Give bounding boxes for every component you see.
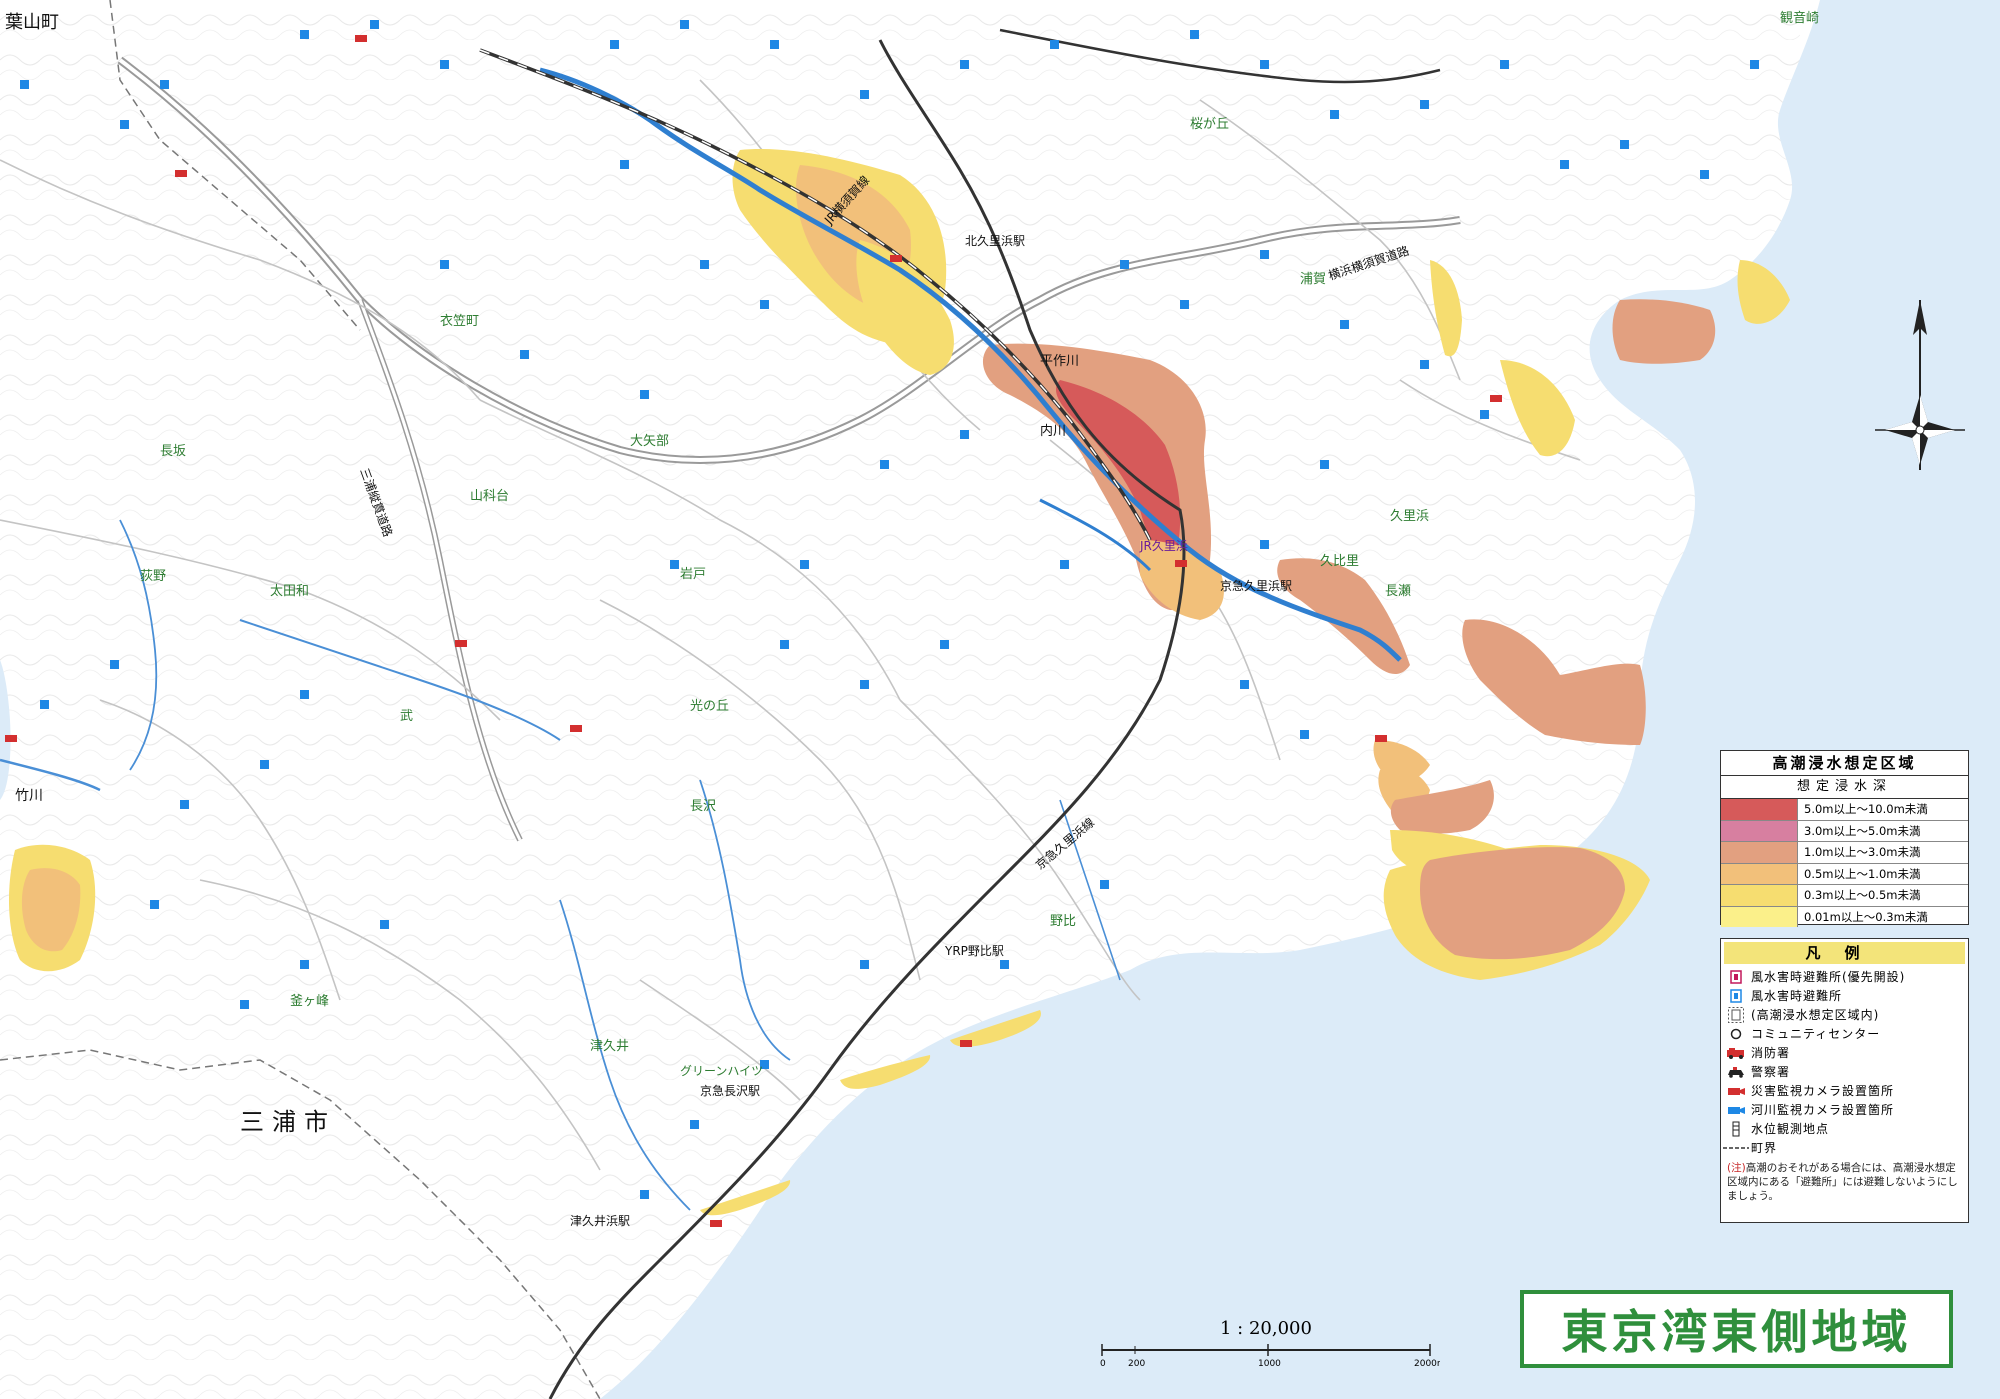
legend-item-label: 警察署 (1751, 1065, 1791, 1079)
label-miura: 三浦市 (240, 1108, 336, 1136)
legend-item: 河川監視カメラ設置箇所 (1721, 1100, 1968, 1119)
depth-swatch (1721, 906, 1798, 927)
label-takeyama-river: 竹川 (15, 788, 43, 804)
label-jr-kurihama: JR久里浜 (1139, 539, 1188, 553)
hazard-map: 葉山町 三浦市 衣笠町 大矢部 山科台 長坂 荻野 太田和 武 光の丘 岩戸 桜… (0, 0, 2000, 1399)
label-nagasaka: 長坂 (160, 444, 186, 459)
label-take: 武 (400, 709, 413, 724)
scale-bar: 0 200 1000 2000m (1100, 1344, 1440, 1369)
label-ota: 太田和 (270, 584, 309, 599)
label-kannon: 観音崎 (1780, 10, 1819, 26)
label-nagasawa: 長沢 (690, 799, 716, 814)
label-yamashina: 山科台 (470, 489, 509, 504)
label-hikarinooka: 光の丘 (690, 699, 729, 714)
label-ogino: 荻野 (140, 569, 166, 584)
scale-tick: 0 (1100, 1359, 1106, 1369)
depth-label: 3.0m以上～5.0m未満 (1804, 823, 1921, 838)
scale-tick: 200 (1128, 1359, 1145, 1369)
scale-tick: 2000m (1414, 1359, 1440, 1369)
label-kurihama: 久里浜 (1390, 509, 1429, 524)
label-kamagamine: 釜ヶ峰 (290, 994, 329, 1009)
legend-item: 警察署 (1721, 1062, 1968, 1081)
depth-label: 0.3m以上～0.5m未満 (1804, 888, 1921, 902)
legend-item-label: 河川監視カメラ設置箇所 (1751, 1103, 1895, 1117)
label-hayama: 葉山町 (5, 12, 59, 33)
label-iwato: 岩戸 (680, 567, 706, 582)
shelter-icon (1721, 987, 1751, 1004)
depth-swatch (1721, 820, 1798, 841)
label-hirasaku-river: 平作川 (1040, 354, 1079, 369)
police-icon (1721, 1063, 1751, 1080)
legend-item-label: 町界 (1751, 1141, 1778, 1155)
legend-item: 消防署 (1721, 1043, 1968, 1062)
legend-note: (注)高潮のおそれがある場合には、高潮浸水想定区域内にある「避難所」には避難しな… (1721, 1157, 1968, 1203)
depth-label: 1.0m以上～3.0m未満 (1804, 845, 1921, 859)
legend-depth-row: 3.0m以上～5.0m未満 (1721, 820, 1968, 842)
legend-item: 水位観測地点 (1721, 1119, 1968, 1138)
legend-item: 風水害時避難所(優先開設) (1721, 967, 1968, 986)
flood-zone-kannonzaki (1612, 299, 1716, 364)
scale-tick: 1000 (1258, 1359, 1281, 1369)
legend-depth-row: 0.5m以上～1.0m未満 (1721, 863, 1968, 885)
legend-depth-row: 0.3m以上～0.5m未満 (1721, 885, 1968, 907)
label-uraga: 浦賀 (1300, 272, 1326, 287)
legend-storm-surge: 高潮浸水想定区域 想定浸水深 5.0m以上～10.0m未満 3.0m以上～5.0… (1720, 750, 1969, 927)
legend-note-head: (注) (1727, 1162, 1746, 1174)
legend-item-label: (高潮浸水想定区域内) (1751, 1008, 1880, 1022)
legend-item-label: 風水害時避難所 (1751, 989, 1843, 1003)
community-center-icon (1721, 1025, 1751, 1042)
disaster-camera-icon (1721, 1082, 1751, 1099)
shelter-in-zone-icon (1721, 1006, 1751, 1023)
depth-label: 0.5m以上～1.0m未満 (1804, 866, 1921, 881)
legend-item: 町界 (1721, 1138, 1968, 1157)
label-nobi: 野比 (1050, 914, 1076, 929)
legend-item: (高潮浸水想定区域内) (1721, 1005, 1968, 1024)
legend-depth-subtitle: 想定浸水深 (1721, 776, 1968, 799)
depth-swatch (1721, 799, 1798, 820)
label-kinugasa: 衣笠町 (440, 313, 479, 329)
depth-swatch (1721, 885, 1798, 906)
label-oyabe: 大矢部 (630, 434, 669, 449)
river-camera-icon (1721, 1101, 1751, 1118)
label-ymp-nobi: YRP野比駅 (944, 944, 1004, 958)
legend-depth-row: 1.0m以上～3.0m未満 (1721, 842, 1968, 864)
legend-item: 風水害時避難所 (1721, 986, 1968, 1005)
depth-swatch (1721, 863, 1798, 884)
label-nagase: 長瀬 (1385, 584, 1411, 599)
legend-item-label: 風水害時避難所(優先開設) (1751, 970, 1906, 984)
label-keikyu-nagasawa: 京急長沢駅 (700, 1083, 760, 1098)
label-sakuragaoka: 桜が丘 (1190, 117, 1229, 132)
water-gauge-icon (1721, 1120, 1751, 1137)
fire-station-icon (1721, 1044, 1751, 1061)
label-tsukui: 津久井 (590, 1039, 629, 1054)
region-title: 東京湾東側地域 (1520, 1290, 1953, 1368)
legend-item-label: コミュニティセンター (1751, 1027, 1881, 1041)
depth-label: 0.01m以上～0.3m未満 (1804, 909, 1928, 924)
depth-swatch (1721, 842, 1798, 863)
legend-item-label: 消防署 (1751, 1046, 1791, 1060)
label-uchikawa: 内川 (1040, 423, 1066, 439)
legend-symbols: 凡例 風水害時避難所(優先開設) 風水害時避難所 (高潮浸水想定区域内) コミュ… (1720, 938, 1969, 1223)
town-boundary-icon (1721, 1139, 1751, 1156)
legend-item: 災害監視カメラ設置箇所 (1721, 1081, 1968, 1100)
priority-shelter-icon (1721, 968, 1751, 985)
legend-symbols-title: 凡例 (1724, 942, 1965, 964)
legend-item-label: 水位観測地点 (1751, 1122, 1830, 1136)
label-grinheights: グリーンハイツ (680, 1064, 763, 1078)
label-kuhri: 久比里 (1320, 554, 1359, 569)
region-title-text: 東京湾東側地域 (1561, 1305, 1912, 1359)
legend-storm-surge-title: 高潮浸水想定区域 (1721, 751, 1968, 776)
label-tsukuihama: 津久井浜駅 (570, 1214, 630, 1228)
legend-item-label: 災害監視カメラ設置箇所 (1751, 1084, 1895, 1098)
label-kurihama-station: 京急久里浜駅 (1220, 578, 1292, 593)
legend-depth-row: 0.01m以上～0.3m未満 (1721, 906, 1968, 927)
legend-note-text: 高潮のおそれがある場合には、高潮浸水想定区域内にある「避難所」には避難しないよう… (1727, 1162, 1958, 1202)
legend-item: コミュニティセンター (1721, 1024, 1968, 1043)
depth-label: 5.0m以上～10.0m未満 (1804, 802, 1928, 816)
legend-depth-row: 5.0m以上～10.0m未満 (1721, 799, 1968, 821)
label-kita-kurihama-station: 北久里浜駅 (965, 234, 1025, 248)
